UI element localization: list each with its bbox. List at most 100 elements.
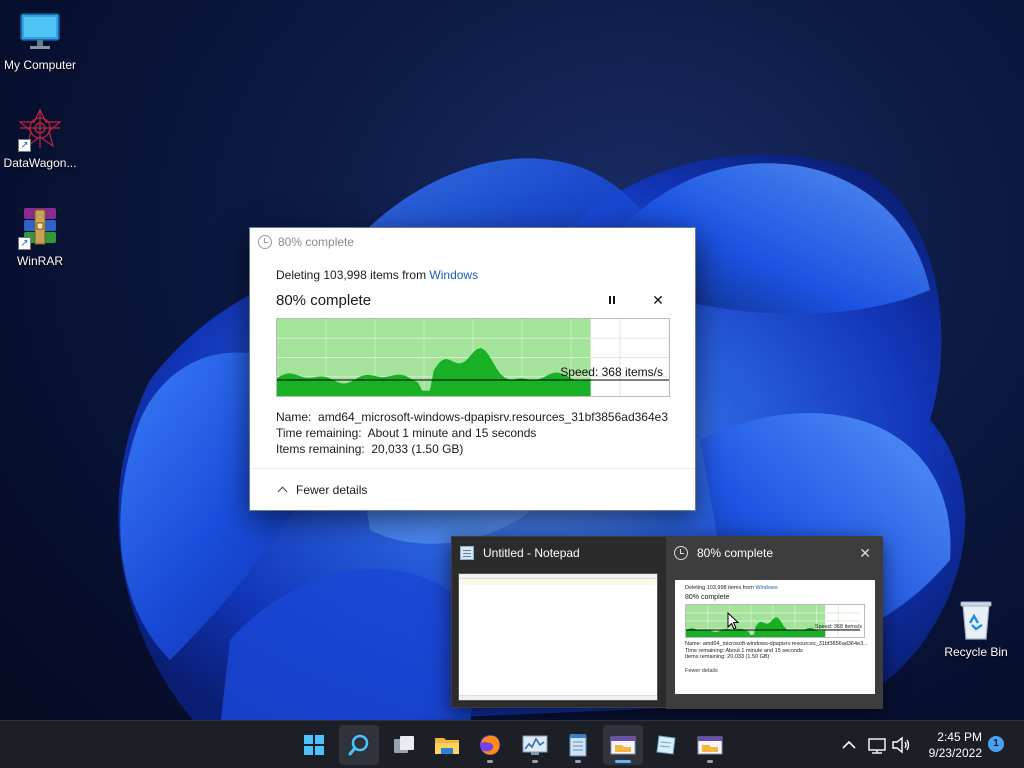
task-view-icon [394, 736, 414, 753]
desktop-icon-winrar[interactable]: ↗ WinRAR [0, 206, 80, 268]
desktop-icon-my-computer[interactable]: My Computer [0, 10, 80, 72]
dialog-title: 80% complete [278, 235, 355, 249]
fewer-details-label: Fewer details [296, 483, 368, 497]
search-button[interactable] [339, 725, 379, 765]
chevron-up-icon [277, 486, 288, 497]
mini-fewer-details: Fewer details [685, 667, 718, 674]
cancel-button[interactable]: ✕ [647, 289, 669, 311]
items-label: Items remaining: [276, 442, 365, 456]
taskbar-paper[interactable] [646, 725, 686, 765]
fewer-details-button[interactable]: Fewer details [277, 483, 368, 497]
notification-badge[interactable]: 1 [988, 736, 1004, 752]
running-indicator [487, 760, 493, 763]
desktop-icon-label: WinRAR [16, 254, 63, 268]
task-view-button[interactable] [384, 725, 424, 765]
taskbar-firefox[interactable] [470, 725, 510, 765]
progress-preview: Deleting 103,998 items from Windows 80% … [675, 580, 875, 694]
taskbar-file-progress[interactable] [603, 725, 643, 765]
paper-icon [656, 735, 676, 755]
items-remaining-row: Items remaining: 20,033 (1.50 GB) [276, 441, 669, 457]
file-progress-icon [610, 736, 636, 755]
start-button[interactable] [294, 725, 334, 765]
tray-network-button[interactable] [866, 721, 888, 768]
notepad-icon [460, 546, 474, 560]
speed-graph-canvas [277, 319, 669, 396]
time-label: Time remaining: [276, 426, 362, 440]
file-explorer-icon [435, 738, 459, 754]
deleting-text: Deleting 103,998 items from [276, 268, 430, 282]
items-value: 20,033 (1.50 GB) [371, 442, 464, 456]
resource-monitor-icon [522, 735, 548, 755]
tray-volume-button[interactable] [890, 721, 912, 768]
volume-icon [892, 736, 910, 754]
taskbar: 2:45 PM 9/23/2022 [0, 720, 1024, 768]
dialog-title-bar[interactable]: 80% complete [250, 228, 695, 256]
shortcut-arrow-icon: ↗ [18, 139, 31, 152]
desktop-icon-datawagon[interactable]: ↗ DataWagon... [0, 108, 80, 170]
deleting-location-link[interactable]: Windows [429, 268, 478, 282]
name-label: Name: [276, 410, 312, 424]
thumbnail-header: Untitled - Notepad [452, 537, 666, 569]
percent-row: 80% complete ✕ [276, 288, 669, 312]
thumbnail-title: 80% complete [697, 546, 774, 560]
mouse-cursor-icon [727, 612, 739, 630]
clock-date: 9/23/2022 [928, 746, 982, 760]
running-indicator [575, 760, 581, 763]
firefox-icon [480, 735, 500, 755]
thumbnail-header: 80% complete [666, 537, 883, 569]
taskbar-resource-monitor[interactable] [515, 725, 555, 765]
thumbnail-progress[interactable]: 80% complete ✕ Deleting 103,998 items fr… [666, 537, 883, 709]
notepad-preview [458, 573, 658, 701]
mini-graph-canvas [686, 605, 860, 637]
pause-icon [609, 296, 615, 304]
mini-deleting: Deleting 103,998 items from Windows [685, 585, 778, 591]
monitor-icon [18, 10, 62, 54]
desktop-icon-label: Recycle Bin [944, 645, 1008, 659]
desktop-icon-label: DataWagon... [3, 156, 77, 170]
search-icon [348, 734, 369, 756]
percent-complete: 80% complete [276, 291, 372, 309]
recycle-bin-icon [954, 597, 998, 641]
thumbnail-title: Untitled - Notepad [483, 546, 580, 560]
details-block: Name: amd64_microsoft-windows-dpapisrv.r… [276, 409, 669, 457]
winrar-icon: ↗ [18, 206, 62, 250]
time-value: About 1 minute and 15 seconds [367, 426, 537, 440]
taskbar-file-progress-2[interactable] [690, 725, 730, 765]
shortcut-arrow-icon: ↗ [18, 237, 31, 250]
file-progress-icon [697, 736, 723, 755]
time-remaining-row: Time remaining: About 1 minute and 15 se… [276, 425, 669, 441]
taskbar-file-explorer[interactable] [427, 725, 467, 765]
dialog-body: Deleting 103,998 items from Windows 80% … [250, 256, 695, 457]
dialog-separator [250, 468, 695, 469]
close-icon: ✕ [652, 291, 664, 308]
name-row: Name: amd64_microsoft-windows-dpapisrv.r… [276, 409, 669, 425]
taskbar-clock[interactable]: 2:45 PM 9/23/2022 [918, 729, 982, 761]
pause-button[interactable] [601, 289, 623, 311]
thumbnail-close-button[interactable]: ✕ [859, 545, 871, 562]
running-indicator [707, 760, 713, 763]
taskbar-notepad[interactable] [558, 725, 598, 765]
start-icon [304, 735, 324, 755]
active-indicator [615, 760, 631, 763]
datawagon-icon: ↗ [18, 108, 62, 152]
speed-graph: Speed: 368 items/s [276, 318, 670, 397]
clock-icon [674, 546, 688, 560]
mini-speed: Speed: 368 items/s [814, 624, 862, 630]
running-indicator [532, 760, 538, 763]
chevron-up-icon [842, 740, 856, 749]
tray-overflow-button[interactable] [838, 721, 860, 768]
thumbnail-notepad[interactable]: Untitled - Notepad [452, 537, 666, 709]
desktop-icon-label: My Computer [3, 58, 77, 72]
delete-progress-dialog[interactable]: 80% complete Deleting 103,998 items from… [249, 227, 696, 511]
close-icon: ✕ [859, 545, 871, 561]
notepad-icon [569, 734, 587, 757]
name-value: amd64_microsoft-windows-dpapisrv.resourc… [318, 410, 669, 424]
mini-percent: 80% complete [685, 594, 730, 601]
clock-icon [258, 235, 272, 249]
clock-time: 2:45 PM [937, 730, 982, 744]
speed-label: Speed: 368 items/s [560, 365, 663, 379]
network-icon [868, 738, 886, 754]
taskbar-thumbnail-flyout: Untitled - Notepad 80% complete ✕ Deleti… [451, 536, 883, 709]
mini-graph: Speed: 368 items/s [685, 604, 865, 638]
desktop-icon-recycle-bin[interactable]: Recycle Bin [936, 597, 1016, 659]
